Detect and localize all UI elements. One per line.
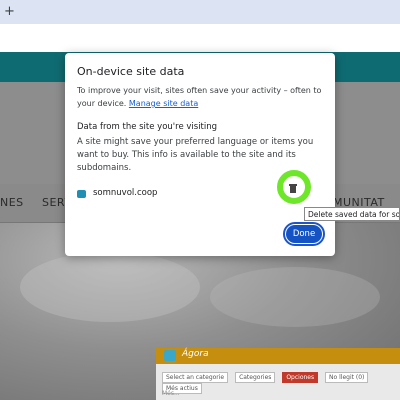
- tab-strip: +: [0, 0, 400, 24]
- preview-chip: No llegit (0): [325, 372, 369, 383]
- new-tab-button[interactable]: +: [4, 4, 15, 19]
- dialog-subheading: Data from the site you're visiting: [77, 122, 218, 132]
- dialog-intro: To improve your visit, sites often save …: [77, 84, 325, 110]
- preview-select: Select an categorie: [162, 372, 229, 383]
- toolbar: [0, 24, 400, 53]
- app-logo-icon: [164, 350, 176, 361]
- site-favicon-icon: [77, 190, 86, 198]
- preview-header: Ágora: [156, 348, 400, 364]
- dialog-title: On-device site data: [77, 65, 185, 78]
- cloud-shape: [20, 252, 200, 322]
- cloud-shape: [210, 267, 380, 327]
- embedded-app-preview: Ágora Select an categorie Categories Opc…: [156, 348, 400, 400]
- done-button[interactable]: Done: [286, 225, 322, 243]
- delete-tooltip: Delete saved data for somnuvol.coop: [304, 207, 400, 221]
- dialog-description: A site might save your preferred languag…: [77, 137, 314, 173]
- preview-title: Ágora: [182, 349, 209, 359]
- preview-chip: Categories: [235, 372, 276, 383]
- preview-chip: Opciones: [282, 372, 319, 383]
- dialog-intro-text: To improve your visit, sites often save …: [77, 86, 322, 108]
- preview-footer: Més...: [162, 390, 180, 397]
- manage-site-data-link[interactable]: Manage site data: [129, 99, 198, 108]
- site-name: somnuvol.coop: [93, 188, 158, 198]
- trash-icon[interactable]: [290, 186, 296, 193]
- site-nav-item-1[interactable]: NES: [0, 196, 24, 209]
- preview-filter-row: Select an categorie Categories Opciones …: [162, 372, 400, 394]
